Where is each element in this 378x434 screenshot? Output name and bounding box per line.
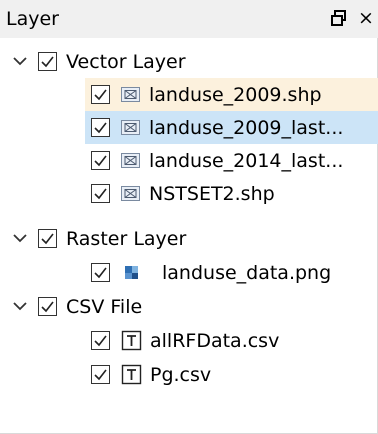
layer-name: landuse_2009_last... [149,117,344,139]
group-label: CSV File [66,296,143,318]
group-checkbox[interactable] [38,52,57,71]
layer-name: allRFData.csv [150,330,280,352]
tree-item-allrfdata-csv[interactable]: allRFData.csv [0,324,378,357]
group-checkbox[interactable] [38,297,57,316]
layer-name: NSTSET2.shp [149,183,275,205]
layer-name: landuse_2014_last... [149,150,344,172]
group-checkbox[interactable] [38,229,57,248]
tree-item-nstset2-shp[interactable]: NSTSET2.shp [0,177,378,210]
item-checkbox[interactable] [91,151,110,170]
group-label: Vector Layer [66,51,186,73]
layer-panel: Layer × Vector Layer landuse_2009.shp la… [0,0,378,434]
item-checkbox[interactable] [91,184,110,203]
vector-layer-icon [120,150,141,171]
item-checkbox[interactable] [91,331,110,350]
vector-layer-icon [120,84,141,105]
layer-name: Pg.csv [150,364,212,386]
vector-layer-icon [120,117,141,138]
item-checkbox[interactable] [91,263,110,282]
tree-item-landuse-2009-last[interactable]: landuse_2009_last... [85,111,378,144]
tree-item-landuse-2009-shp[interactable]: landuse_2009.shp [85,78,378,111]
item-checkbox[interactable] [91,365,110,384]
panel-title: Layer [6,8,59,30]
chevron-down-icon[interactable] [12,53,28,69]
tree-item-pg-csv[interactable]: Pg.csv [0,358,378,391]
item-checkbox[interactable] [91,85,110,104]
tree-group-csv-file[interactable]: CSV File [0,290,378,323]
vector-layer-icon [120,183,141,204]
group-label: Raster Layer [66,228,187,250]
close-panel-icon[interactable]: × [358,7,376,29]
chevron-down-icon[interactable] [12,230,28,246]
layer-name: landuse_2009.shp [149,84,322,106]
panel-titlebar: Layer × [0,0,378,38]
layer-name: landuse_data.png [162,262,332,284]
tree-item-landuse-data-png[interactable]: landuse_data.png [0,256,378,289]
float-panel-icon[interactable] [330,8,348,28]
chevron-down-icon[interactable] [12,298,28,314]
raster-layer-icon [121,262,142,283]
item-checkbox[interactable] [91,118,110,137]
tree-item-landuse-2014-last[interactable]: landuse_2014_last... [0,144,378,177]
tree-group-vector-layer[interactable]: Vector Layer [0,45,378,78]
tree-group-raster-layer[interactable]: Raster Layer [0,222,378,255]
text-file-icon [121,330,142,351]
text-file-icon [121,364,142,385]
